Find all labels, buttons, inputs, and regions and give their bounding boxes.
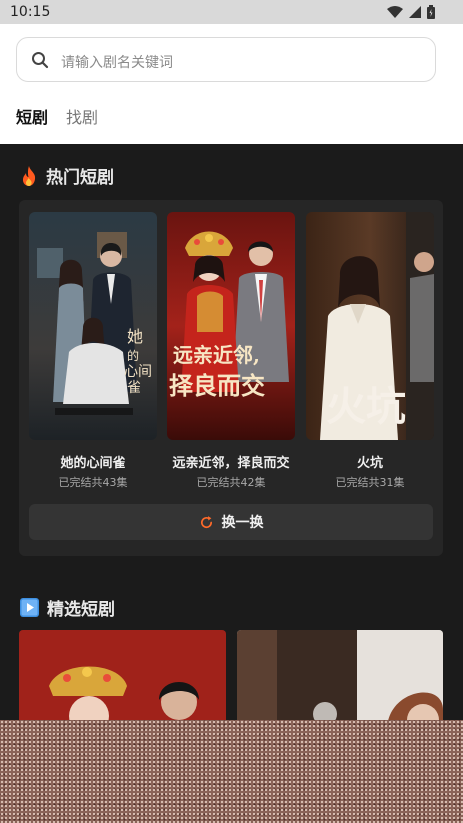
poster-1-logo: 她 bbox=[127, 327, 143, 346]
fire-icon bbox=[22, 165, 36, 186]
tab-find-drama[interactable]: 找剧 bbox=[66, 104, 98, 128]
hot-section-header: 热门短剧 bbox=[20, 163, 114, 188]
refresh-label: 换一换 bbox=[221, 515, 264, 531]
hot-drama-card: 她 的 心间 雀 她的心间雀 已完结共43集 远亲近邻, 择良而交 远亲近邻，择… bbox=[19, 200, 443, 556]
drama-status-1: 已完结共43集 bbox=[58, 476, 128, 489]
poster-2-logo-line2: 择良而交 bbox=[169, 371, 265, 400]
poster-2-logo-line1: 远亲近邻, bbox=[173, 343, 260, 367]
featured-poster-art-2 bbox=[237, 630, 443, 730]
refresh-icon bbox=[200, 515, 212, 528]
featured-section-title: 精选短剧 bbox=[47, 600, 115, 620]
svg-text:雀: 雀 bbox=[127, 380, 141, 396]
svg-text:心间: 心间 bbox=[124, 364, 152, 380]
search-icon bbox=[32, 52, 49, 69]
featured-section-header: 精选短剧 bbox=[20, 595, 115, 620]
poster-art-3: 火坑 bbox=[306, 212, 434, 440]
status-bar: 10:15 bbox=[0, 0, 463, 24]
hot-section-title: 热门短剧 bbox=[46, 168, 114, 188]
drama-title-3[interactable]: 火坑 bbox=[300, 452, 440, 471]
play-icon bbox=[20, 598, 39, 617]
tab-short-drama[interactable]: 短剧 bbox=[16, 104, 48, 128]
refresh-button[interactable]: 换一换 bbox=[29, 504, 433, 540]
drama-title-1[interactable]: 她的心间雀 bbox=[23, 452, 163, 471]
poster-art-1: 她 的 心间 雀 bbox=[29, 212, 157, 440]
wifi-icon bbox=[387, 6, 403, 18]
drama-poster-1[interactable]: 她 的 心间 雀 bbox=[29, 212, 157, 440]
drama-poster-2[interactable]: 远亲近邻, 择良而交 bbox=[167, 212, 295, 440]
drama-poster-3[interactable]: 火坑 bbox=[306, 212, 434, 440]
top-panel: 请输入剧名关键词 短剧 找剧 bbox=[0, 24, 463, 144]
poster-3-logo: 火坑 bbox=[326, 383, 406, 430]
drama-status-2: 已完结共42集 bbox=[196, 476, 266, 489]
featured-poster-art-1 bbox=[19, 630, 226, 730]
poster-art-2: 远亲近邻, 择良而交 bbox=[167, 212, 295, 440]
search-placeholder: 请输入剧名关键词 bbox=[61, 55, 173, 71]
search-input[interactable]: 请输入剧名关键词 bbox=[16, 37, 436, 82]
noise-overlay bbox=[0, 720, 463, 823]
tab-bar: 短剧 找剧 bbox=[16, 104, 98, 128]
featured-poster-1[interactable] bbox=[19, 630, 226, 730]
status-time: 10:15 bbox=[10, 4, 51, 20]
signal-icon bbox=[409, 6, 421, 18]
svg-text:的: 的 bbox=[127, 348, 139, 363]
status-icons bbox=[387, 5, 435, 19]
drama-status-3: 已完结共31集 bbox=[335, 476, 405, 489]
featured-poster-2[interactable] bbox=[237, 630, 443, 730]
drama-title-2[interactable]: 远亲近邻，择良而交 bbox=[161, 452, 301, 471]
battery-icon bbox=[427, 5, 435, 19]
